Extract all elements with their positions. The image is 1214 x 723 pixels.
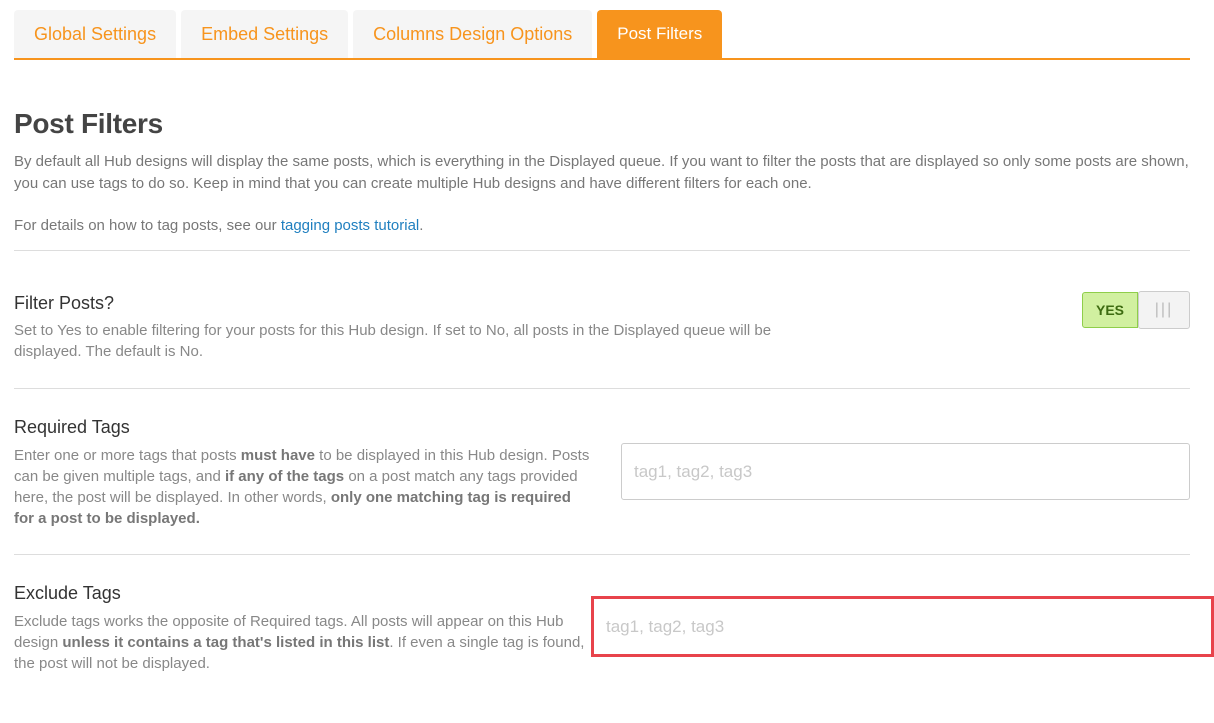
filter-posts-label: Filter Posts? bbox=[14, 293, 115, 313]
filter-posts-description: Set to Yes to enable filtering for your … bbox=[14, 322, 772, 360]
required-tags-description: Enter one or more tags that posts must h… bbox=[14, 447, 590, 527]
note-prefix: For details on how to tag posts, see our bbox=[14, 217, 281, 234]
toggle-handle[interactable]: ||| bbox=[1138, 291, 1190, 329]
tab-columns-design-options[interactable]: Columns Design Options bbox=[353, 10, 593, 58]
required-tags-label: Required Tags bbox=[14, 417, 130, 437]
tab-post-filters[interactable]: Post Filters bbox=[597, 10, 723, 58]
required-tags-input[interactable] bbox=[621, 443, 1190, 500]
tab-embed-settings[interactable]: Embed Settings bbox=[181, 10, 349, 58]
exclude-tags-description: Exclude tags works the opposite of Requi… bbox=[14, 613, 585, 672]
tab-global-settings[interactable]: Global Settings bbox=[14, 10, 177, 58]
toggle-yes-label[interactable]: YES bbox=[1082, 292, 1138, 328]
page-title: Post Filters bbox=[14, 108, 163, 139]
filter-posts-toggle[interactable]: YES ||| bbox=[1082, 291, 1190, 330]
exclude-tags-label: Exclude Tags bbox=[14, 583, 121, 603]
divider bbox=[14, 250, 1190, 251]
note-suffix: . bbox=[419, 217, 424, 234]
divider bbox=[14, 388, 1190, 389]
divider bbox=[14, 554, 1190, 555]
settings-tabs: Global Settings Embed Settings Columns D… bbox=[14, 10, 1190, 60]
tagging-tutorial-link[interactable]: tagging posts tutorial bbox=[281, 217, 419, 234]
tutorial-note: For details on how to tag posts, see our… bbox=[14, 215, 423, 237]
intro-text: By default all Hub designs will display … bbox=[14, 153, 1189, 192]
highlight-box bbox=[591, 596, 1214, 657]
